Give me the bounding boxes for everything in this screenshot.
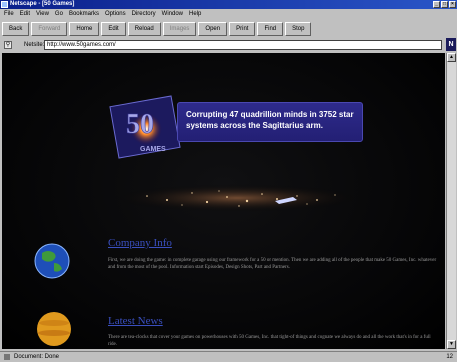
home-button[interactable]: Home — [69, 22, 100, 36]
toolbar: Back Forward Home Edit Reload Images Ope… — [0, 21, 457, 37]
menu-help[interactable]: Help — [189, 10, 201, 19]
svg-text:50: 50 — [126, 109, 154, 140]
print-button[interactable]: Print — [229, 22, 256, 36]
window-title: Netscape - [50 Games] — [10, 1, 75, 7]
svg-text:GAMES: GAMES — [140, 146, 166, 153]
vertical-scrollbar[interactable]: ▲ ▼ — [446, 53, 456, 349]
tagline-banner: Corrupting 47 quadrillion minds in 3752 … — [177, 102, 363, 142]
address-bar: ⚲ Netsite: http://www.50games.com/ N — [0, 38, 457, 52]
company-info-link[interactable]: Company Info — [108, 237, 172, 249]
menu-go[interactable]: Go — [55, 10, 63, 19]
back-button[interactable]: Back — [2, 22, 30, 36]
images-button[interactable]: Images — [162, 22, 197, 36]
latest-news-link[interactable]: Latest News — [108, 315, 163, 327]
page-content: 50 GAMES Corrupting 47 quadrillion minds… — [2, 53, 445, 349]
browser-window: Netscape - [50 Games] _ □ × File Edit Vi… — [0, 0, 457, 361]
netscape-n-icon[interactable]: N — [446, 38, 456, 51]
latest-news-text: There are tea-clocks that cover your gam… — [108, 335, 431, 347]
address-label: Netsite: — [24, 42, 45, 48]
forward-button[interactable]: Forward — [31, 22, 68, 36]
menu-bar: File Edit View Go Bookmarks Options Dire… — [0, 10, 457, 19]
menu-file[interactable]: File — [4, 10, 14, 19]
title-bar: Netscape - [50 Games] _ □ × — [0, 0, 457, 9]
minimize-button[interactable]: _ — [433, 1, 440, 8]
scroll-down-arrow-icon[interactable]: ▼ — [447, 340, 456, 349]
50-games-logo[interactable]: 50 GAMES — [108, 95, 188, 161]
menu-edit[interactable]: Edit — [20, 10, 30, 19]
open-button[interactable]: Open — [198, 22, 228, 36]
reload-button[interactable]: Reload — [127, 22, 161, 36]
close-button[interactable]: × — [449, 1, 456, 8]
menu-options[interactable]: Options — [105, 10, 126, 19]
mars-planet-image — [37, 312, 71, 346]
maximize-button[interactable]: □ — [441, 1, 448, 8]
window-controls: _ □ × — [433, 1, 456, 8]
menu-window[interactable]: Window — [162, 10, 183, 19]
menu-view[interactable]: View — [36, 10, 49, 19]
company-info-text: First, we are doing the game: in complet… — [108, 258, 437, 270]
stop-button[interactable]: Stop — [285, 22, 312, 36]
status-bar: Document: Done 12 — [0, 351, 457, 361]
find-button[interactable]: Find — [257, 22, 284, 36]
scroll-up-arrow-icon[interactable]: ▲ — [447, 53, 456, 62]
galaxy-image — [112, 184, 362, 212]
address-input[interactable]: http://www.50games.com/ — [44, 40, 442, 50]
security-key-icon — [4, 354, 10, 360]
edit-button[interactable]: Edit — [101, 22, 126, 36]
menu-bookmarks[interactable]: Bookmarks — [69, 10, 99, 19]
menu-directory[interactable]: Directory — [132, 10, 156, 19]
netscape-icon — [1, 1, 8, 8]
bookmark-icon[interactable]: ⚲ — [4, 41, 12, 49]
earth-globe-image — [34, 243, 70, 279]
